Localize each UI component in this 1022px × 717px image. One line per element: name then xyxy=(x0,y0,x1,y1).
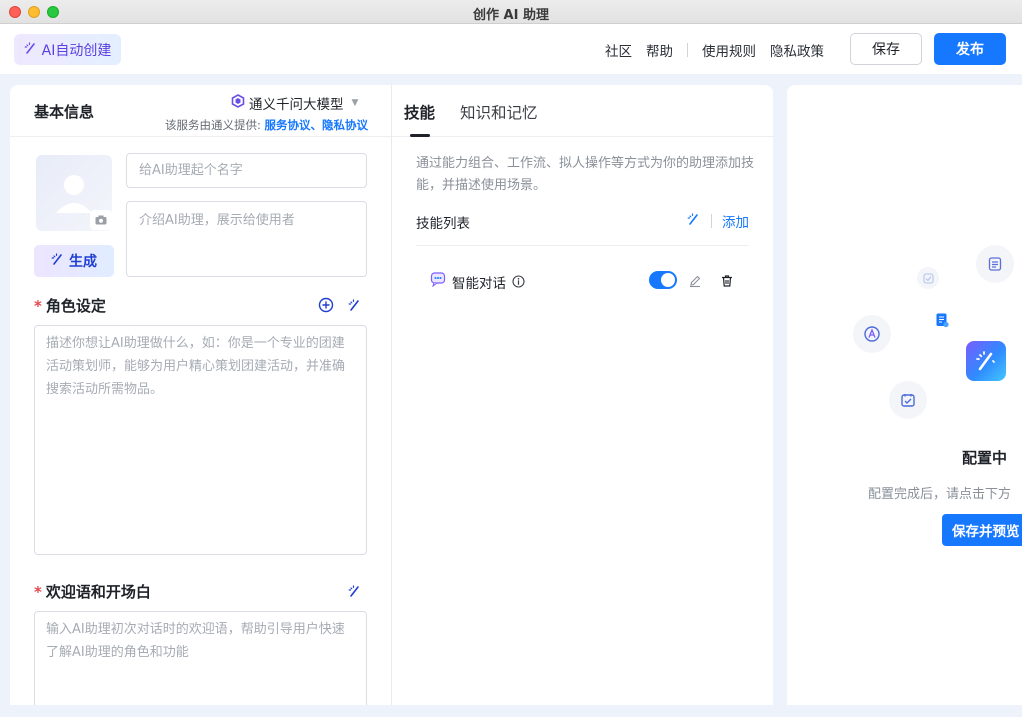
basic-info-title: 基本信息 xyxy=(34,103,95,121)
magic-wand-icon xyxy=(966,341,1006,381)
skills-description: 通过能力组合、工作流、拟人操作等方式为你的助理添加技能，并描述使用场景。 xyxy=(416,156,755,193)
save-button[interactable]: 保存 xyxy=(850,33,922,65)
role-setting-label: * 角色设定 xyxy=(34,295,106,316)
skills-tabs: 技能 知识和记忆 xyxy=(392,85,773,137)
link-usage-rules[interactable]: 使用规则 xyxy=(702,40,756,60)
publish-button[interactable]: 发布 xyxy=(934,33,1006,65)
window-titlebar: 创作 AI 助理 xyxy=(0,0,1022,24)
skill-name: 智能对话 xyxy=(452,276,506,292)
tab-knowledge-memory[interactable]: 知识和记忆 xyxy=(460,101,538,123)
generate-avatar-button[interactable]: 生成 xyxy=(34,245,114,277)
model-logo-icon xyxy=(231,94,245,112)
magic-wand-icon[interactable] xyxy=(346,296,364,314)
provider-prefix: 该服务由通义提供: xyxy=(164,118,265,132)
welcome-label: * 欢迎语和开场白 xyxy=(34,581,151,602)
top-links: 社区 帮助 使用规则 隐私政策 xyxy=(591,40,824,60)
file-list-icon xyxy=(929,307,955,333)
skill-list-title: 技能列表 xyxy=(416,216,470,232)
role-setting-text: 角色设定 xyxy=(45,297,106,315)
provider-note: 该服务由通义提供: 服务协议、隐私协议 xyxy=(165,117,368,133)
skill-row: 智能对话 xyxy=(416,261,749,299)
magic-wand-icon xyxy=(51,252,65,270)
skills-panel: 技能 知识和记忆 通过能力组合、工作流、拟人操作等方式为你的助理添加技能，并描述… xyxy=(392,85,773,705)
link-community[interactable]: 社区 xyxy=(605,40,632,60)
divider xyxy=(711,214,712,228)
preview-panel: 配置中 配置完成后，请点击下方 保存并预览 xyxy=(787,85,1022,705)
magic-wand-icon[interactable] xyxy=(346,582,364,600)
skill-enable-toggle[interactable] xyxy=(649,271,677,289)
role-setting-input[interactable] xyxy=(34,325,367,555)
generate-label: 生成 xyxy=(69,254,97,270)
toggle-knob xyxy=(661,273,675,287)
service-agreement-link[interactable]: 服务协议 xyxy=(265,118,311,132)
divider xyxy=(416,245,749,246)
required-marker: * xyxy=(34,583,42,601)
trash-icon[interactable] xyxy=(720,273,734,292)
tab-skills[interactable]: 技能 xyxy=(404,101,435,123)
edit-icon[interactable] xyxy=(688,273,702,292)
preview-status-title: 配置中 xyxy=(962,449,1008,467)
separator-text: 、 xyxy=(310,118,323,132)
checkbox-icon xyxy=(917,267,939,289)
ai-circle-icon xyxy=(853,315,891,353)
welcome-text: 欢迎语和开场白 xyxy=(45,583,151,601)
active-tab-indicator xyxy=(410,134,430,137)
assistant-name-input[interactable] xyxy=(126,153,367,188)
divider xyxy=(687,43,688,57)
add-skill-button[interactable]: 添加 xyxy=(722,211,749,231)
assistant-intro-input[interactable] xyxy=(126,201,367,277)
welcome-message-input[interactable] xyxy=(34,611,367,705)
model-name: 通义千问大模型 xyxy=(249,97,344,113)
magic-wand-icon xyxy=(24,41,38,59)
top-toolbar: AI自动创建 社区 帮助 使用规则 隐私政策 保存 发布 xyxy=(0,24,1022,74)
window-title: 创作 AI 助理 xyxy=(473,8,549,23)
check-square-icon xyxy=(889,381,927,419)
link-privacy-policy[interactable]: 隐私政策 xyxy=(770,40,824,60)
privacy-agreement-link[interactable]: 隐私协议 xyxy=(322,118,368,132)
link-help[interactable]: 帮助 xyxy=(646,40,673,60)
info-icon[interactable] xyxy=(512,273,525,292)
preview-hint: 配置完成后，请点击下方 xyxy=(868,487,1012,502)
document-icon xyxy=(976,245,1014,283)
ai-create-label: AI自动创建 xyxy=(41,42,112,59)
chevron-down-icon: ▼ xyxy=(351,98,359,108)
chat-bubble-icon xyxy=(430,271,446,291)
magic-wand-icon[interactable] xyxy=(687,212,701,230)
required-marker: * xyxy=(34,297,42,315)
skill-actions: 添加 xyxy=(687,211,749,231)
add-circle-icon[interactable] xyxy=(317,296,335,314)
ai-create-button[interactable]: AI自动创建 xyxy=(14,34,121,65)
basic-info-header: 基本信息 通义千问大模型 ▼ 该服务由通义提供: 服务协议、隐私协议 xyxy=(10,85,391,137)
camera-icon[interactable] xyxy=(90,210,112,230)
save-and-preview-button[interactable]: 保存并预览 xyxy=(942,514,1022,546)
basic-info-panel: 基本信息 通义千问大模型 ▼ 该服务由通义提供: 服务协议、隐私协议 生成 *角… xyxy=(10,85,392,705)
model-select[interactable]: 通义千问大模型 ▼ xyxy=(231,93,358,113)
